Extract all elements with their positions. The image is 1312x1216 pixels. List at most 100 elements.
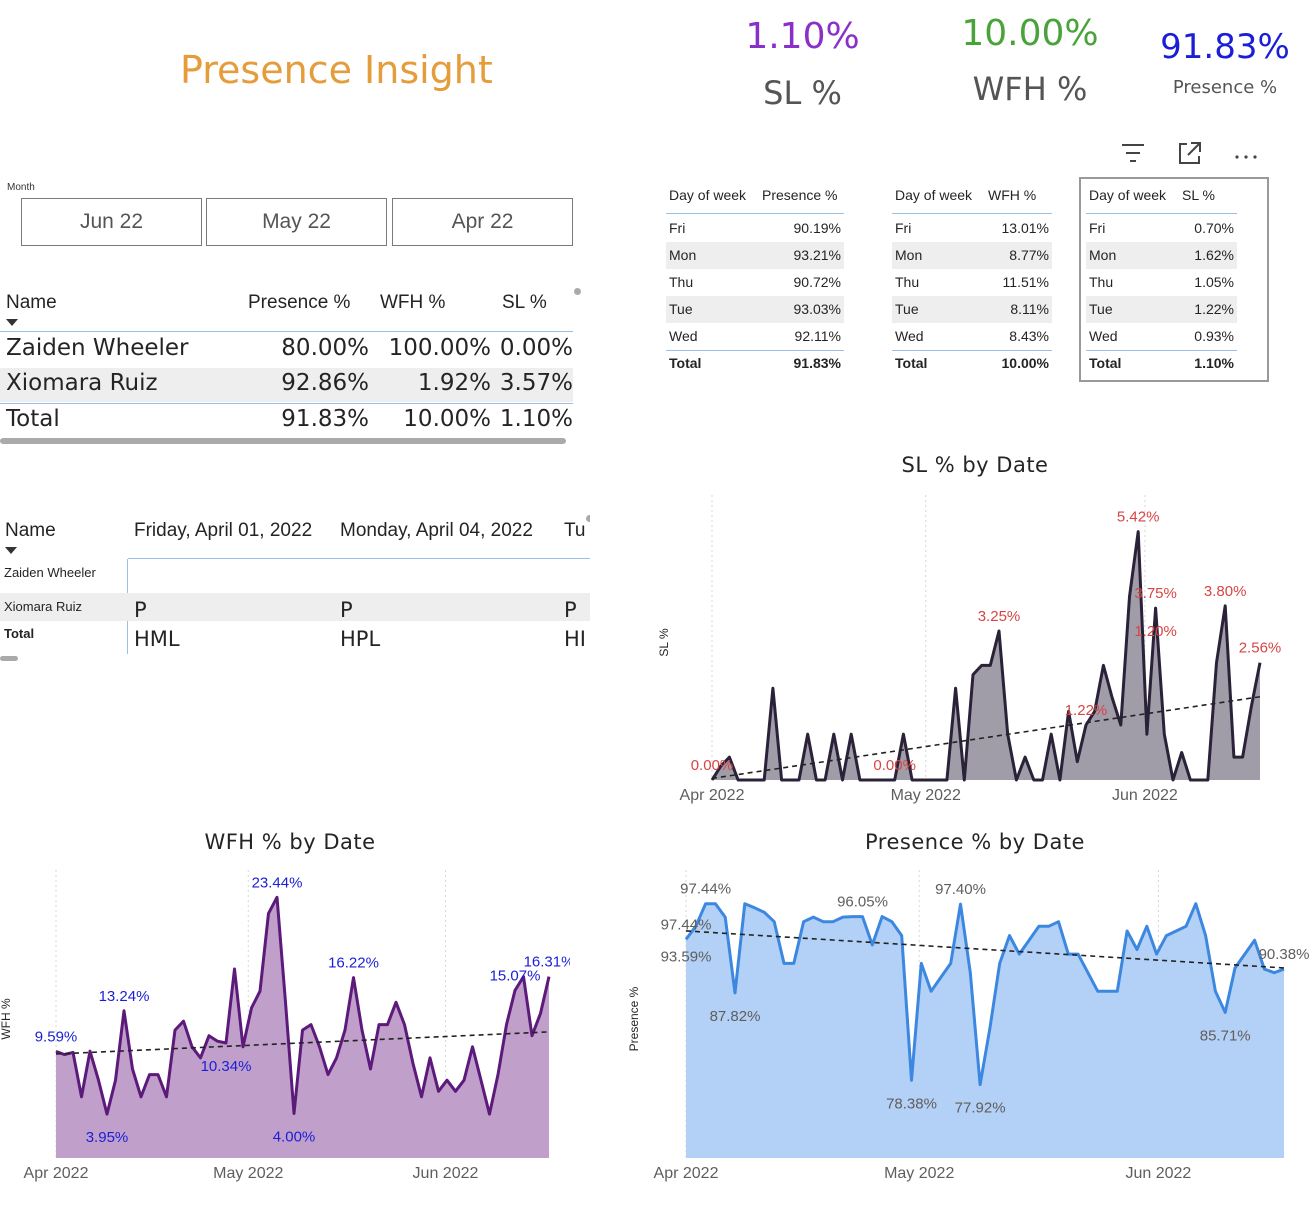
column-header-wfh[interactable]: WFH % xyxy=(380,292,445,314)
column-header-value[interactable]: WFH % xyxy=(988,187,1036,203)
selected-visual-border xyxy=(1079,177,1269,382)
column-header-value[interactable]: Presence % xyxy=(762,187,837,203)
matrix-column-header[interactable]: Tu xyxy=(564,520,585,542)
slicer-option-apr-22[interactable]: Apr 22 xyxy=(392,198,573,246)
slicer-option-may-22[interactable]: May 22 xyxy=(206,198,387,246)
table-row[interactable]: Fri 90.19% xyxy=(666,215,844,242)
table-row[interactable]: Tue 93.03% xyxy=(666,296,844,323)
page-title: Presence Insight xyxy=(180,48,493,92)
cell-day: Thu xyxy=(669,274,694,290)
cell-value: 93.21% xyxy=(793,247,841,263)
sort-desc-icon[interactable] xyxy=(5,547,17,554)
table-row[interactable]: Zaiden Wheeler 80.00% 100.00% 0.00% xyxy=(0,333,573,366)
table-total-row: Total 91.83% 10.00% 1.10% xyxy=(0,404,573,438)
horizontal-scrollbar[interactable] xyxy=(0,656,18,661)
scroll-dot[interactable] xyxy=(574,288,581,295)
total-wfh: 10.00% xyxy=(403,406,491,432)
matrix-cell: P xyxy=(564,598,577,622)
total-divider xyxy=(892,350,1052,351)
wfh-by-date-chart[interactable]: Apr 2022 May 2022 Jun 2022 WFH % 9.59% 3.95% 1… xyxy=(0,862,570,1192)
data-label: 93.59% xyxy=(661,948,712,965)
cell-presence: 92.86% xyxy=(281,370,369,396)
x-tick-label: Apr 2022 xyxy=(24,1165,89,1182)
data-label: 78.38% xyxy=(886,1095,937,1112)
x-tick-label: Jun 2022 xyxy=(413,1165,479,1182)
total-value: 91.83% xyxy=(793,355,841,371)
cell-day: Thu xyxy=(895,274,920,290)
cell-value: 90.19% xyxy=(793,220,841,236)
matrix-total-label: Total xyxy=(4,626,35,641)
data-label: 97.44% xyxy=(661,916,712,933)
kpi-wfh-value: 10.00% xyxy=(961,13,1099,54)
matrix-column-header[interactable]: Friday, April 01, 2022 xyxy=(134,520,312,542)
cell-day: Wed xyxy=(669,328,698,344)
matrix-cell: P xyxy=(340,598,353,622)
data-label: 10.34% xyxy=(201,1058,252,1075)
data-label: 5.42% xyxy=(1117,509,1160,526)
x-tick-label: May 2022 xyxy=(891,787,961,804)
table-row[interactable]: Thu 90.72% xyxy=(666,269,844,296)
cell-value: 92.11% xyxy=(794,328,841,344)
data-label: 2.56% xyxy=(1239,640,1282,657)
column-header-day[interactable]: Day of week xyxy=(669,187,746,203)
cell-day: Wed xyxy=(895,328,924,344)
kpi-presence-value: 91.83% xyxy=(1160,27,1290,67)
column-header-name[interactable]: Name xyxy=(6,292,57,314)
table-row[interactable]: Thu 11.51% xyxy=(892,269,1052,296)
slicer-option-jun-22[interactable]: Jun 22 xyxy=(21,198,202,246)
x-tick-label: Apr 2022 xyxy=(680,787,745,804)
data-label: 3.80% xyxy=(1204,583,1247,600)
table-row[interactable]: Tue 8.11% xyxy=(892,296,1052,323)
column-header-day[interactable]: Day of week xyxy=(895,187,972,203)
matrix-row-name[interactable]: Zaiden Wheeler xyxy=(4,565,96,580)
x-tick-label: Jun 2022 xyxy=(1112,787,1178,804)
matrix-row-header[interactable]: Name xyxy=(5,520,56,542)
x-tick-label: May 2022 xyxy=(884,1165,954,1182)
cell-day: Fri xyxy=(669,220,686,236)
matrix-cell: HPL xyxy=(340,627,381,651)
focus-mode-icon[interactable] xyxy=(1177,140,1203,171)
scroll-dot[interactable] xyxy=(586,515,590,522)
data-label: 3.95% xyxy=(86,1129,129,1146)
table-row[interactable]: Fri 13.01% xyxy=(892,215,1052,242)
matrix-column-header[interactable]: Monday, April 04, 2022 xyxy=(340,520,533,542)
column-header-presence[interactable]: Presence % xyxy=(248,292,350,314)
chart-title-wfh: WFH % by Date xyxy=(204,830,376,854)
summary-table: Name Presence % WFH % SL % Zaiden Wheele… xyxy=(0,285,581,450)
header-divider xyxy=(0,331,573,332)
presence-by-date-chart[interactable]: Apr 2022 May 2022 Jun 2022 Presence % 97.44%… xyxy=(625,862,1310,1192)
data-label: 0.00% xyxy=(691,757,734,774)
table-row[interactable]: Mon 93.21% xyxy=(666,242,844,269)
data-label: 16.22% xyxy=(328,955,379,972)
cell-value: 8.43% xyxy=(1009,328,1049,344)
chart-title-sl: SL % by Date xyxy=(901,453,1049,477)
data-label: 77.92% xyxy=(955,1100,1006,1117)
presence-by-weekday-table: Day of week Presence % Fri 90.19% Mon 93.21% T… xyxy=(666,180,844,380)
sort-desc-icon[interactable] xyxy=(6,319,18,326)
table-row[interactable]: Wed 8.43% xyxy=(892,323,1052,350)
cell-wfh: 1.92% xyxy=(417,370,491,396)
attendance-matrix: Name Friday, April 01, 2022 Monday, Apri… xyxy=(0,512,590,662)
cell-name: Xiomara Ruiz xyxy=(6,370,158,396)
data-label: 13.24% xyxy=(99,988,150,1005)
kpi-presence-label: Presence % xyxy=(1172,77,1278,98)
table-row[interactable]: Mon 8.77% xyxy=(892,242,1052,269)
table-row[interactable]: Wed 92.11% xyxy=(666,323,844,350)
column-header-sl[interactable]: SL % xyxy=(502,292,547,314)
sl-by-date-chart[interactable]: Apr 2022 May 2022 Jun 2022 SL % 0.00% 0.00% 3.… xyxy=(650,485,1310,815)
table-row[interactable]: Xiomara Ruiz 92.86% 1.92% 3.57% xyxy=(0,368,573,402)
total-label: Total xyxy=(6,406,60,432)
total-sl: 1.10% xyxy=(499,406,573,432)
matrix-row-name[interactable]: Xiomara Ruiz xyxy=(4,599,82,614)
more-options-icon[interactable] xyxy=(1234,148,1258,166)
header-divider xyxy=(128,558,590,559)
filter-icon[interactable] xyxy=(1120,142,1146,169)
cell-value: 8.11% xyxy=(1010,301,1049,317)
data-label: 3.25% xyxy=(978,608,1021,625)
horizontal-scrollbar[interactable] xyxy=(0,438,566,444)
wfh-by-weekday-table: Day of week WFH % Fri 13.01% Mon 8.77% Thu 11.5… xyxy=(892,180,1052,380)
cell-presence: 80.00% xyxy=(281,335,369,361)
cell-sl: 3.57% xyxy=(499,370,573,396)
cell-day: Mon xyxy=(895,247,923,263)
cell-value: 11.51% xyxy=(1002,274,1049,290)
